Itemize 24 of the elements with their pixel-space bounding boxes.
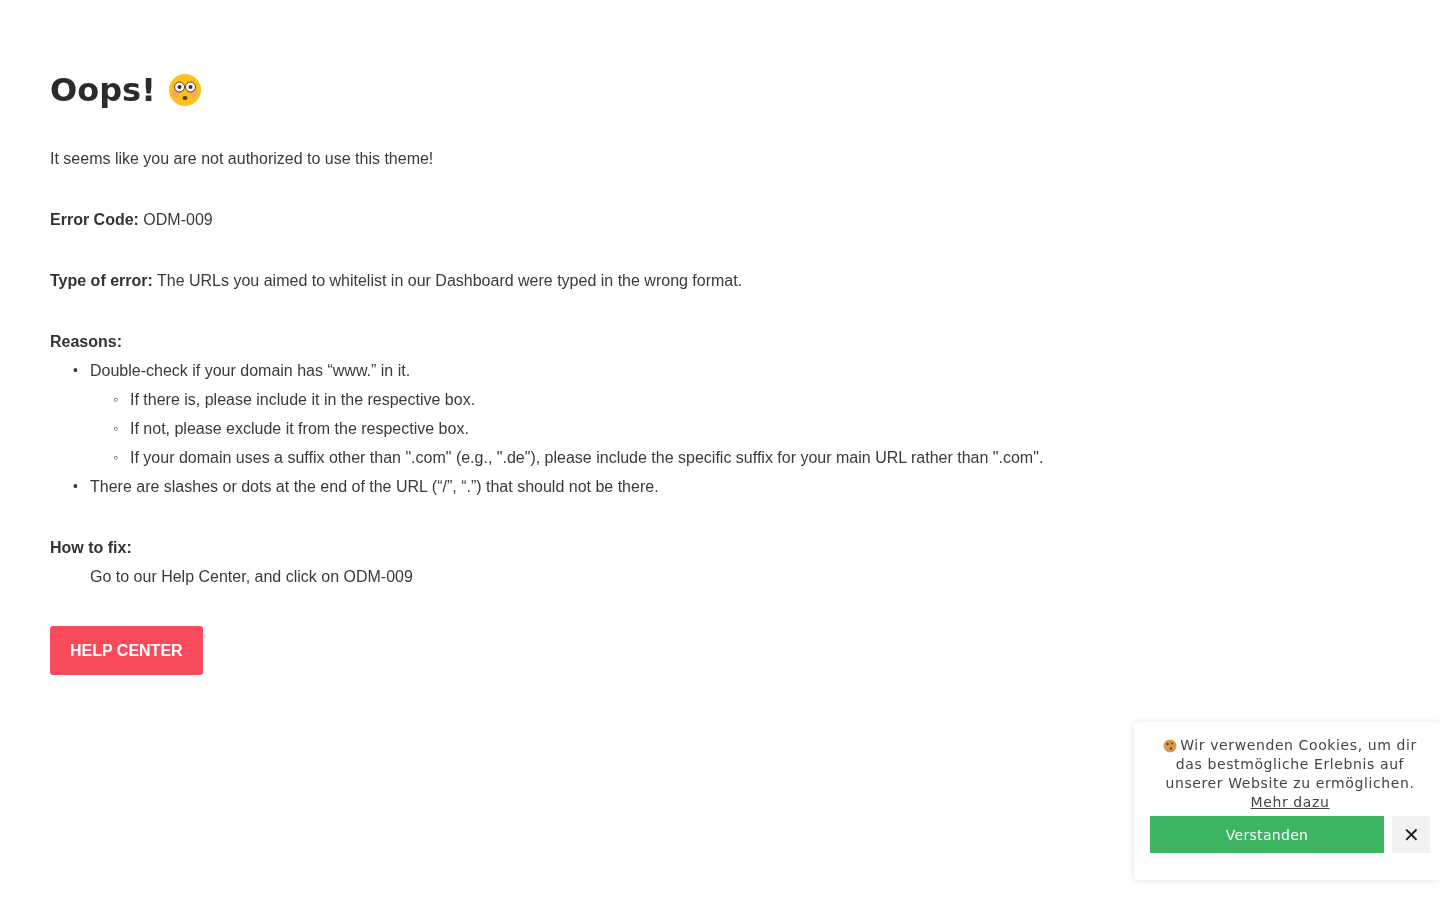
section-label: Reasons: [50,332,124,352]
more-info-link[interactable]: Mehr dazu [1250,794,1330,810]
list-item-text: If there is, please include it in the respective box. [130,391,476,408]
bullet-marker: ◦ [113,448,118,467]
cookie-notice-text: das bestmögliche Erlebnis auf [1174,755,1406,774]
list-item-text: If your domain uses a suffix other than ".com" (e.g., ".de"), please include the specific suffix for your main URL rather than ".com". [130,449,1044,466]
intro-text: It seems like you are not authorized to use this theme! [50,149,435,169]
bullet-marker: ◦ [113,419,118,438]
bullet-marker: ◦ [113,390,118,409]
cookie-icon [1163,738,1178,753]
close-button[interactable]: ✕ [1392,816,1430,853]
bullet-marker: • [73,477,78,496]
bullet-marker: • [73,361,78,380]
list-item-text: Double-check if your domain has “www.” in it. [90,362,411,379]
cookie-notice-text: unserer Website zu ermöglichen. [1164,774,1416,793]
section-label: How to fix: [50,538,133,558]
list-item-text: If not, please exclude it from the respective box. [130,420,469,437]
fix-text: Go to our Help Center, and click on ODM-009 [90,567,414,587]
error-detail: Type of error: The URLs you aimed to whitelist in our Dashboard were typed in the wrong format. [50,271,744,291]
cookie-notice-text: Wir verwenden Cookies, um dir [1180,736,1417,755]
flushed-face-icon [167,73,202,107]
list-item-text: There are slashes or dots at the end of the URL (“/”, “.”) that should not be there. [90,478,659,495]
page-title: Oops! [50,70,156,111]
error-detail: Error Code: ODM-009 [50,210,214,230]
